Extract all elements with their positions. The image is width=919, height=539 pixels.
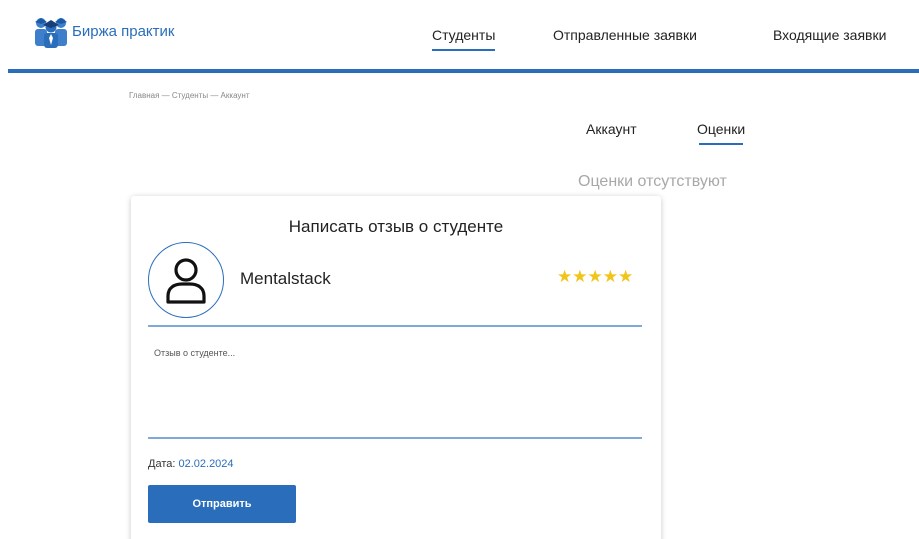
review-top-divider [148,325,642,327]
nav-incoming-requests[interactable]: Входящие заявки [773,27,886,43]
star-icon[interactable]: ★ [557,268,572,285]
star-icon[interactable]: ★ [603,268,618,285]
breadcrumb: Главная — Студенты — Аккаунт [129,91,250,100]
date-label: Дата: [148,458,176,470]
date-value: 02.02.2024 [178,458,234,470]
logo-text: Биржа практик [72,22,175,40]
star-icon[interactable]: ★ [572,268,587,285]
ratings-empty-message: Оценки отсутствуют [578,173,727,190]
avatar [148,242,224,318]
date-row: Дата: 02.02.2024 [148,458,234,470]
tab-ratings[interactable]: Оценки [697,121,745,145]
student-name: Mentalstack [240,269,331,288]
review-bottom-divider [148,437,642,439]
logo[interactable]: Биржа практик [32,14,174,48]
tab-account[interactable]: Аккаунт [586,121,637,137]
star-rating[interactable]: ★ ★ ★ ★ ★ [557,268,633,285]
star-icon[interactable]: ★ [618,268,633,285]
top-header: Биржа практик Студенты Отправленные заяв… [0,0,919,73]
nav-students[interactable]: Студенты [432,27,496,51]
review-textarea[interactable] [148,330,642,436]
review-card: Написать отзыв о студенте Mentalstack ★ … [131,196,661,539]
star-icon[interactable]: ★ [588,268,603,285]
header-divider [8,69,919,73]
user-icon [166,258,206,304]
review-card-title: Написать отзыв о студенте [288,217,504,236]
students-group-icon [35,18,67,48]
nav-sent-requests[interactable]: Отправленные заявки [553,27,697,43]
submit-review-button[interactable]: Отправить [148,485,296,523]
